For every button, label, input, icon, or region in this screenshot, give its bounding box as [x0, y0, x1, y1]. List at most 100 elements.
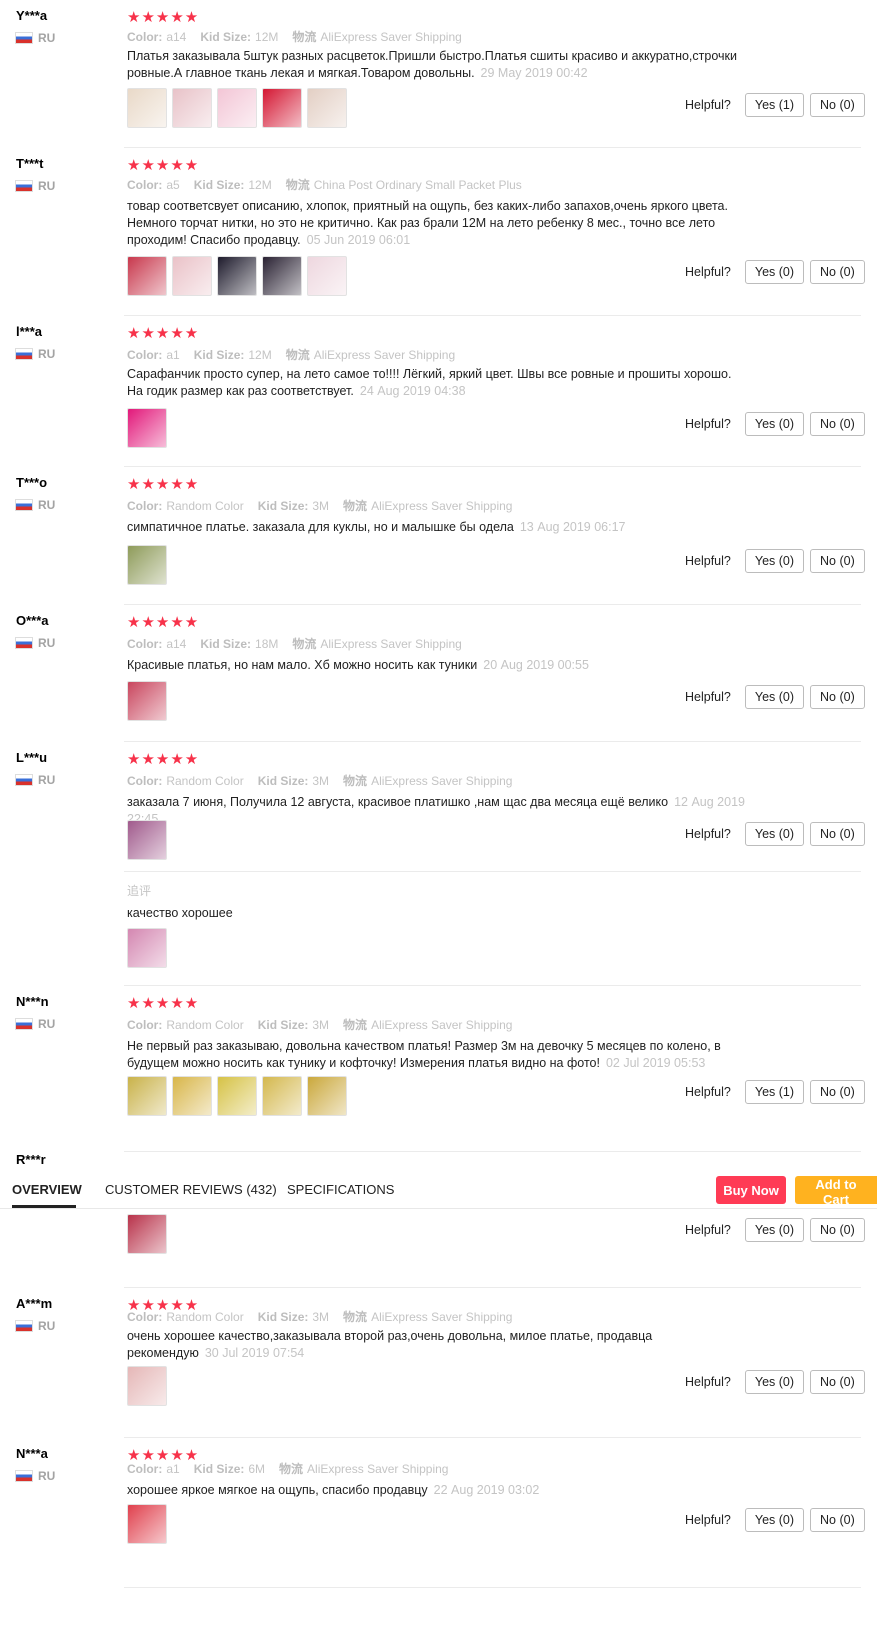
review-photo-thumbnail[interactable] — [307, 256, 347, 296]
review-photos — [127, 1214, 167, 1254]
helpful-vote: Helpful? Yes (0) No (0) — [685, 822, 865, 846]
additional-feedback-text: качество хорошее — [127, 906, 233, 920]
helpful-label: Helpful? — [685, 417, 731, 431]
tab-specifications[interactable]: SPECIFICATIONS — [287, 1182, 394, 1197]
review-item: O***a RU ★★★★★ Color: a14 Kid Size: 18M 物流 AliEx… — [0, 605, 877, 742]
helpful-label: Helpful? — [685, 265, 731, 279]
review-date: 29 May 2019 00:42 — [480, 66, 588, 80]
russia-flag-icon — [16, 33, 32, 43]
reviewer-country: RU — [16, 773, 55, 787]
reviewer-name: T***o — [16, 475, 48, 490]
review-photo-thumbnail[interactable] — [172, 256, 212, 296]
reviewer-country: RU — [16, 179, 55, 193]
shipping-label: 物流 — [285, 348, 310, 362]
helpful-no-button[interactable]: No (0) — [810, 1080, 865, 1104]
kid-size-value: 3M — [312, 499, 330, 513]
review-photo-thumbnail[interactable] — [127, 88, 167, 128]
helpful-yes-button[interactable]: Yes (0) — [744, 822, 805, 846]
shipping-label: 物流 — [292, 30, 317, 44]
color-value: a14 — [166, 637, 187, 651]
review-photo-thumbnail[interactable] — [217, 256, 257, 296]
color-label: Color: — [127, 1462, 163, 1476]
review-body: товар соответсвует описанию, хлопок, при… — [127, 199, 728, 247]
helpful-yes-button[interactable]: Yes (0) — [744, 549, 805, 573]
review-item: L***u RU ★★★★★ Color: Random Color Kid Size: 3… — [0, 742, 877, 986]
review-photo-thumbnail[interactable] — [127, 1366, 167, 1406]
review-photo-thumbnail[interactable] — [307, 88, 347, 128]
review-photo-thumbnail[interactable] — [262, 88, 302, 128]
review-photo-thumbnail[interactable] — [262, 1076, 302, 1116]
country-code: RU — [38, 31, 56, 45]
helpful-yes-button[interactable]: Yes (0) — [744, 1218, 805, 1242]
helpful-label: Helpful? — [685, 1375, 731, 1389]
tab-customer-reviews[interactable]: CUSTOMER REVIEWS (432) — [105, 1182, 277, 1197]
helpful-yes-button[interactable]: Yes (0) — [744, 260, 805, 284]
star-rating: ★★★★★ — [127, 614, 200, 631]
helpful-no-button[interactable]: No (0) — [810, 685, 865, 709]
review-date: 22 Aug 2019 03:02 — [433, 1483, 540, 1497]
review-photo-thumbnail[interactable] — [127, 1504, 167, 1544]
shipping-label: 物流 — [279, 1462, 304, 1476]
helpful-label: Helpful? — [685, 1223, 731, 1237]
review-photo-thumbnail[interactable] — [172, 88, 212, 128]
kid-size-value: 12M — [255, 30, 279, 44]
helpful-no-button[interactable]: No (0) — [810, 1508, 865, 1532]
helpful-no-button[interactable]: No (0) — [810, 93, 865, 117]
helpful-no-button[interactable]: No (0) — [810, 822, 865, 846]
shipping-value: AliExpress Saver Shipping — [320, 30, 462, 44]
review-photo-thumbnail[interactable] — [127, 545, 167, 585]
additional-feedback-label: 追评 — [127, 884, 152, 898]
helpful-yes-button[interactable]: Yes (0) — [744, 412, 805, 436]
review-photo-thumbnail[interactable] — [127, 1076, 167, 1116]
color-value: a14 — [166, 30, 187, 44]
helpful-yes-button[interactable]: Yes (0) — [744, 1370, 805, 1394]
review-photo-thumbnail[interactable] — [127, 1214, 167, 1254]
helpful-no-button[interactable]: No (0) — [810, 1370, 865, 1394]
review-photos — [127, 408, 167, 448]
helpful-vote: Helpful? Yes (1) No (0) — [685, 1080, 865, 1104]
review-photo-thumbnail[interactable] — [127, 928, 167, 968]
review-photo-thumbnail[interactable] — [217, 88, 257, 128]
helpful-no-button[interactable]: No (0) — [810, 549, 865, 573]
helpful-yes-button[interactable]: Yes (0) — [744, 685, 805, 709]
shipping-value: AliExpress Saver Shipping — [371, 774, 513, 788]
helpful-no-button[interactable]: No (0) — [810, 1218, 865, 1242]
review-photo-thumbnail[interactable] — [217, 1076, 257, 1116]
review-sku-info: Color:a1 Kid Size:12M 物流AliExpress Saver S… — [127, 346, 469, 363]
color-value: a1 — [166, 348, 180, 362]
reviewer-country: RU — [16, 498, 55, 512]
helpful-vote: Helpful? Yes (0) No (0) — [685, 549, 865, 573]
helpful-no-button[interactable]: No (0) — [810, 412, 865, 436]
review-photo-thumbnail[interactable] — [127, 820, 167, 860]
helpful-vote: Helpful? Yes (0) No (0) — [685, 685, 865, 709]
review-photos — [127, 681, 167, 721]
helpful-yes-button[interactable]: Yes (1) — [744, 1080, 805, 1104]
tab-overview[interactable]: OVERVIEW — [12, 1182, 82, 1197]
review-date: 20 Aug 2019 00:55 — [483, 658, 589, 672]
color-value: a1 — [166, 1462, 180, 1476]
helpful-yes-button[interactable]: Yes (0) — [744, 1508, 805, 1532]
star-rating: ★★★★★ — [127, 9, 200, 26]
review-photo-thumbnail[interactable] — [307, 1076, 347, 1116]
review-photo-thumbnail[interactable] — [127, 408, 167, 448]
russia-flag-icon — [16, 638, 32, 648]
review-sku-info: Color: Random Color Kid Size: 3M 物流 AliExpres… — [127, 1016, 526, 1033]
buy-now-button[interactable]: Buy Now — [716, 1176, 786, 1204]
reviewer-name: l***a — [16, 324, 43, 339]
country-code: RU — [38, 1017, 56, 1031]
star-rating: ★★★★★ — [127, 157, 200, 174]
shipping-label: 物流 — [343, 1310, 368, 1324]
review-photo-thumbnail[interactable] — [127, 256, 167, 296]
color-label: Color: — [127, 1018, 163, 1032]
review-photo-thumbnail[interactable] — [127, 681, 167, 721]
review-photo-thumbnail[interactable] — [172, 1076, 212, 1116]
add-to-cart-button[interactable]: Add to Cart — [795, 1176, 877, 1207]
review-photos — [127, 1366, 167, 1406]
shipping-value: AliExpress Saver Shipping — [307, 1462, 449, 1476]
helpful-no-button[interactable]: No (0) — [810, 260, 865, 284]
review-photo-thumbnail[interactable] — [262, 256, 302, 296]
country-code: RU — [38, 179, 56, 193]
reviewer-name: L***u — [16, 750, 48, 765]
shipping-label: 物流 — [292, 637, 317, 651]
helpful-yes-button[interactable]: Yes (1) — [744, 93, 805, 117]
